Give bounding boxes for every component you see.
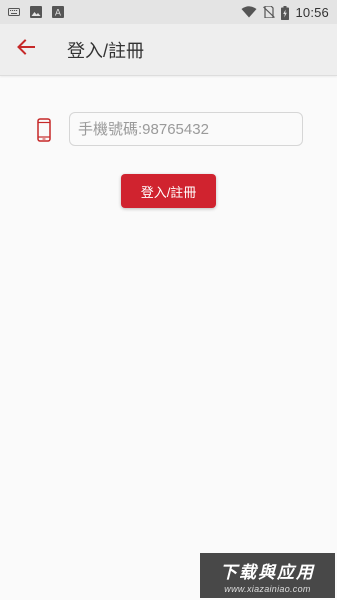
status-bar: A 10:56 [0,0,337,24]
login-register-button[interactable]: 登入/註冊 [121,174,216,208]
back-button[interactable] [0,24,52,76]
page-title: 登入/註冊 [67,40,145,61]
status-system: 10:56 [241,5,329,20]
app-bar: 登入/註冊 [0,24,337,76]
watermark-url: www.xiazainiao.com [224,583,311,594]
phone-row [0,112,337,148]
smartphone-icon [36,118,52,142]
status-time: 10:56 [295,4,329,20]
wifi-icon [241,6,257,18]
text-a-icon: A [52,6,64,18]
watermark-main: 下载與应用 [220,562,315,582]
image-icon [30,6,42,18]
battery-charging-icon [281,6,290,20]
arrow-left-icon [16,37,36,62]
text-a-label: A [55,9,62,19]
phone-number-input[interactable] [69,112,303,146]
watermark-logo: 下载與应用 www.xiazainiao.com [200,553,335,598]
no-sim-icon [263,6,276,18]
keyboard-icon [8,6,20,18]
status-notifications: A [8,6,64,18]
